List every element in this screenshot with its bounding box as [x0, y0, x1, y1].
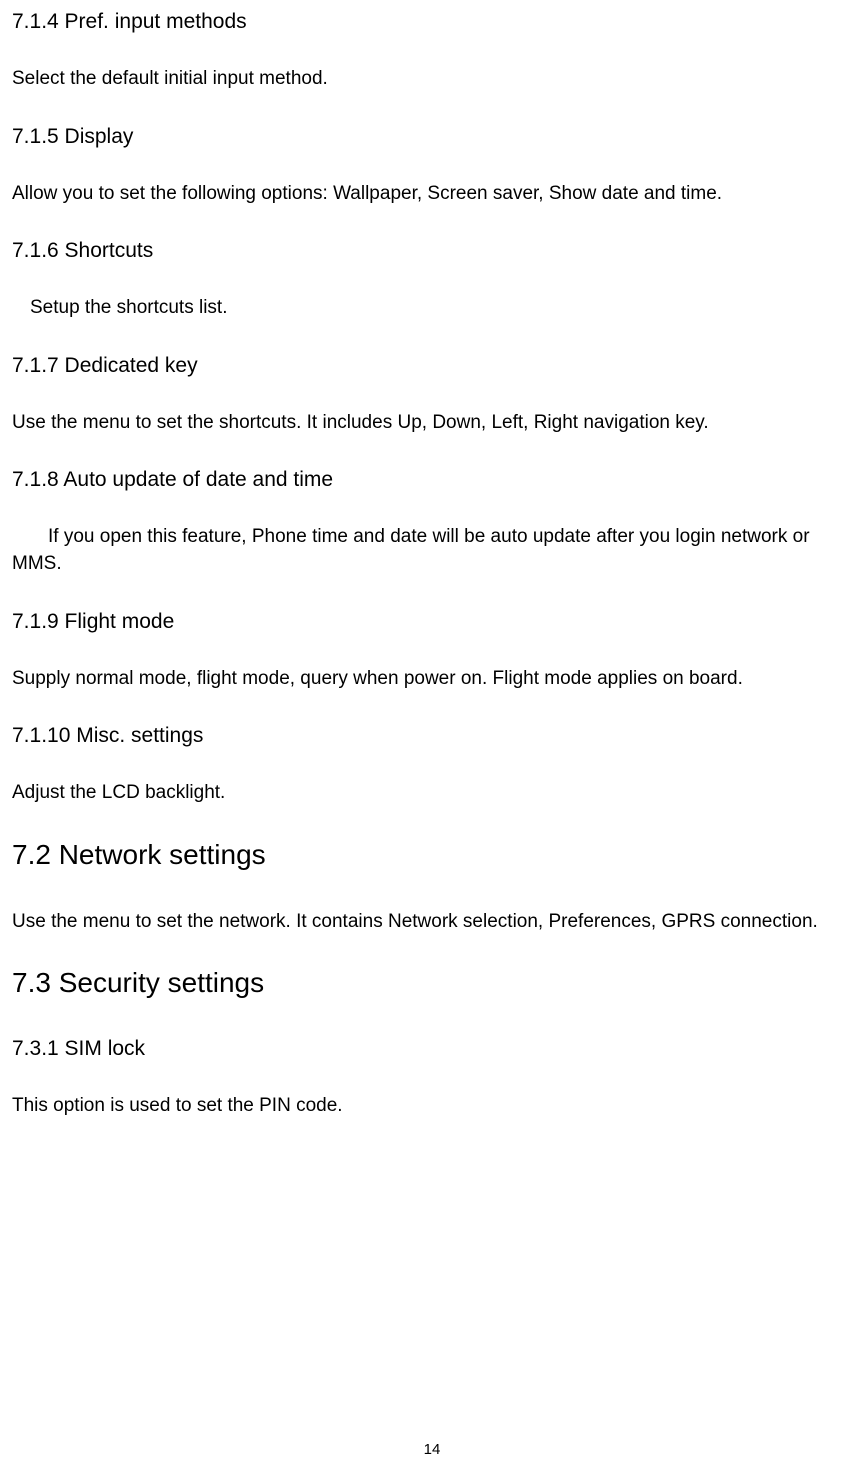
section-sim-lock: 7.3.1 SIM lock This option is used to se…: [12, 1037, 852, 1120]
heading-display: 7.1.5 Display: [12, 125, 852, 149]
body-pref-input-methods: Select the default initial input method.: [12, 66, 852, 93]
body-misc-settings: Adjust the LCD backlight.: [12, 780, 852, 807]
heading-shortcuts: 7.1.6 Shortcuts: [12, 239, 852, 263]
heading-flight-mode: 7.1.9 Flight mode: [12, 610, 852, 634]
heading-dedicated-key: 7.1.7 Dedicated key: [12, 354, 852, 378]
section-network-settings: 7.2 Network settings Use the menu to set…: [12, 839, 852, 936]
page-number: 14: [0, 1441, 864, 1458]
heading-security-settings: 7.3 Security settings: [12, 967, 852, 999]
heading-misc-settings: 7.1.10 Misc. settings: [12, 724, 852, 748]
heading-sim-lock: 7.3.1 SIM lock: [12, 1037, 852, 1061]
body-network-settings: Use the menu to set the network. It cont…: [12, 909, 852, 936]
body-display: Allow you to set the following options: …: [12, 181, 852, 208]
section-flight-mode: 7.1.9 Flight mode Supply normal mode, fl…: [12, 610, 852, 693]
heading-network-settings: 7.2 Network settings: [12, 839, 852, 871]
body-flight-mode: Supply normal mode, flight mode, query w…: [12, 666, 852, 693]
heading-pref-input-methods: 7.1.4 Pref. input methods: [12, 10, 852, 34]
section-auto-update: 7.1.8 Auto update of date and time If yo…: [12, 468, 852, 577]
section-shortcuts: 7.1.6 Shortcuts Setup the shortcuts list…: [12, 239, 852, 322]
body-shortcuts: Setup the shortcuts list.: [12, 295, 852, 322]
section-pref-input-methods: 7.1.4 Pref. input methods Select the def…: [12, 10, 852, 93]
section-display: 7.1.5 Display Allow you to set the follo…: [12, 125, 852, 208]
body-dedicated-key: Use the menu to set the shortcuts. It in…: [12, 410, 852, 437]
section-dedicated-key: 7.1.7 Dedicated key Use the menu to set …: [12, 354, 852, 437]
heading-auto-update: 7.1.8 Auto update of date and time: [12, 468, 852, 492]
body-sim-lock: This option is used to set the PIN code.: [12, 1093, 852, 1120]
section-security-settings: 7.3 Security settings: [12, 967, 852, 999]
body-auto-update: If you open this feature, Phone time and…: [12, 524, 852, 577]
section-misc-settings: 7.1.10 Misc. settings Adjust the LCD bac…: [12, 724, 852, 807]
